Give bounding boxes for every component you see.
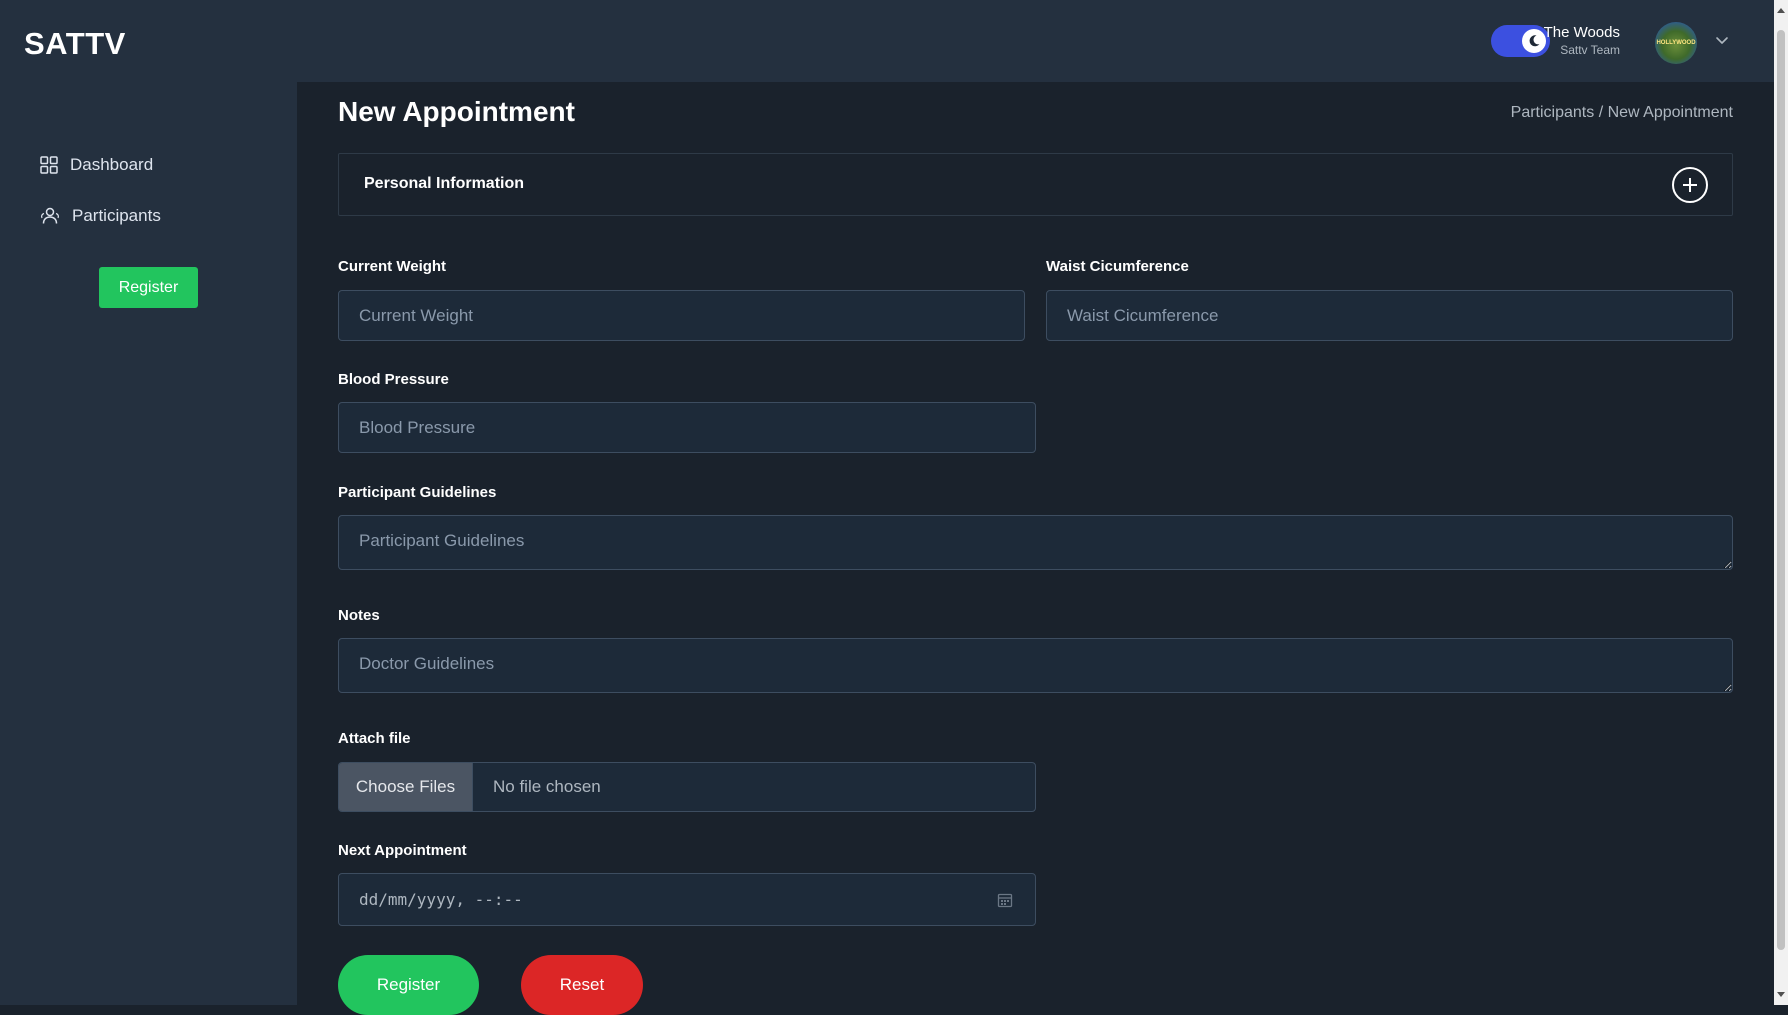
- breadcrumb: Participants / New Appointment: [1511, 104, 1733, 122]
- chevron-down-icon[interactable]: [1714, 32, 1730, 48]
- sidebar: Dashboard Participants Register: [0, 82, 297, 1005]
- moon-icon: [1522, 29, 1546, 53]
- reset-button[interactable]: Reset: [521, 955, 643, 1015]
- notes-textarea[interactable]: [338, 638, 1733, 693]
- choose-files-button[interactable]: Choose Files: [339, 763, 473, 811]
- current-weight-input[interactable]: [338, 290, 1025, 341]
- scroll-up-arrow-icon[interactable]: [1777, 8, 1785, 13]
- scroll-down-arrow-icon[interactable]: [1777, 992, 1785, 997]
- next-appointment-label: Next Appointment: [338, 842, 467, 859]
- avatar[interactable]: HOLLYWOOD: [1655, 22, 1697, 64]
- register-button[interactable]: Register: [338, 955, 479, 1015]
- page-scrollbar[interactable]: [1774, 0, 1788, 1005]
- grid-icon: [40, 156, 58, 174]
- breadcrumb-current: New Appointment: [1607, 104, 1733, 121]
- sidebar-item-label: Dashboard: [70, 155, 154, 174]
- sidebar-item-participants[interactable]: Participants: [40, 201, 161, 231]
- scrollbar-thumb[interactable]: [1777, 30, 1785, 950]
- personal-information-section[interactable]: Personal Information: [338, 153, 1733, 216]
- notes-label: Notes: [338, 607, 380, 624]
- datetime-placeholder: dd/mm/yyyy, --:--: [359, 890, 523, 909]
- breadcrumb-participants-link[interactable]: Participants: [1511, 104, 1595, 121]
- attach-file-label: Attach file: [338, 730, 411, 747]
- user-name: The Woods: [1543, 24, 1620, 41]
- sidebar-item-dashboard[interactable]: Dashboard: [40, 150, 153, 180]
- sidebar-register-button[interactable]: Register: [99, 267, 198, 308]
- next-appointment-input[interactable]: dd/mm/yyyy, --:--: [338, 873, 1036, 926]
- top-header: SATTV The Woods Sattv Team HOLLYWOOD: [0, 0, 1774, 82]
- user-role: Sattv Team: [1560, 43, 1620, 57]
- blood-pressure-input[interactable]: [338, 402, 1036, 453]
- file-input[interactable]: Choose Files No file chosen: [338, 762, 1036, 812]
- current-weight-label: Current Weight: [338, 258, 447, 275]
- brand-logo[interactable]: SATTV: [24, 26, 126, 62]
- waist-circumference-input[interactable]: [1046, 290, 1733, 341]
- calendar-icon[interactable]: [997, 892, 1013, 908]
- users-icon: [41, 207, 59, 224]
- waist-circumference-label: Waist Cicumference: [1046, 258, 1189, 275]
- dark-mode-toggle[interactable]: [1491, 25, 1550, 57]
- section-title: Personal Information: [364, 175, 525, 192]
- page-title: New Appointment: [338, 96, 575, 127]
- file-status: No file chosen: [493, 777, 601, 796]
- blood-pressure-label: Blood Pressure: [338, 371, 449, 388]
- participant-guidelines-label: Participant Guidelines: [338, 484, 497, 501]
- avatar-text: HOLLYWOOD: [1656, 40, 1696, 46]
- breadcrumb-separator: /: [1594, 104, 1608, 121]
- sidebar-item-label: Participants: [72, 206, 161, 225]
- participant-guidelines-textarea[interactable]: [338, 515, 1733, 570]
- plus-icon[interactable]: [1672, 167, 1708, 203]
